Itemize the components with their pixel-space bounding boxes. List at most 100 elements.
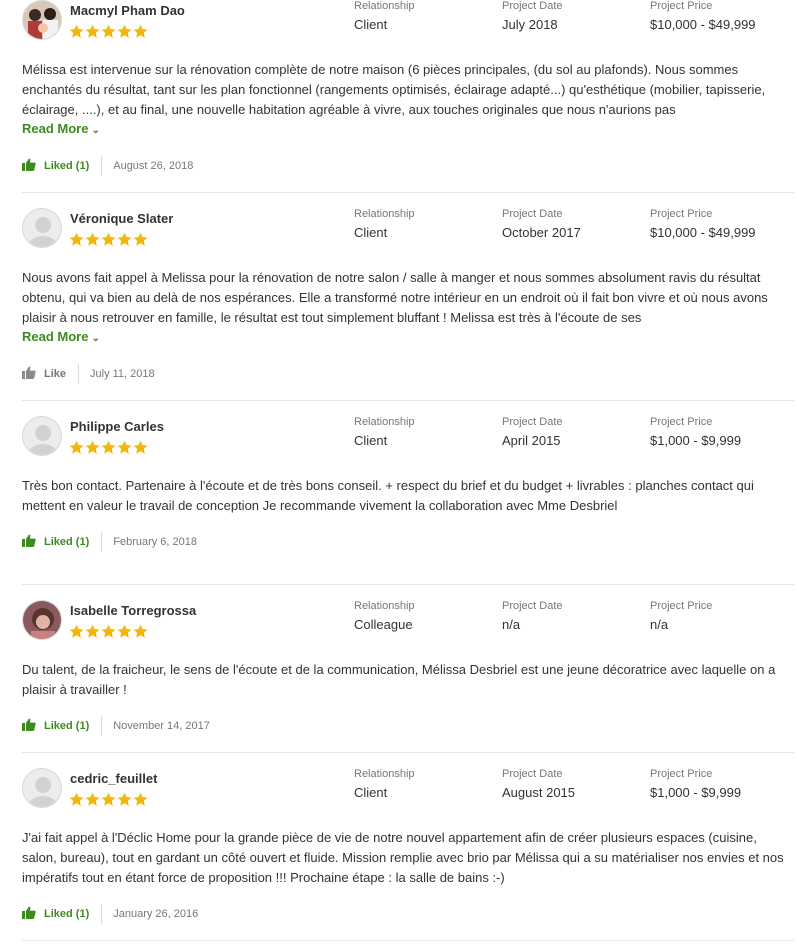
star-icon (101, 624, 116, 638)
read-more-link[interactable]: Read More ⌄ (22, 121, 100, 136)
family-photo-icon (23, 1, 61, 39)
star-icon (133, 232, 148, 246)
like-button[interactable]: Liked (1) (22, 906, 89, 922)
thumbs-up-icon (22, 158, 44, 174)
review-card: cedric_feuillet Relationship Client Proje… (22, 768, 794, 941)
star-icon (85, 232, 100, 246)
star-icon (69, 624, 84, 638)
project-date-value: August 2015 (502, 785, 576, 800)
relationship-value: Colleague (354, 617, 413, 632)
read-more-label: Read More (22, 121, 89, 136)
reviewer-name[interactable]: Macmyl Pham Dao (70, 3, 185, 18)
review-text: Nous avons fait appel à Melissa pour la … (22, 270, 768, 325)
like-button[interactable]: Liked (1) (22, 158, 89, 174)
star-icon (133, 24, 148, 38)
project-date-label: Project Date (502, 416, 563, 428)
review-card: Véronique Slater Relationship Client Proj… (22, 208, 794, 401)
like-button[interactable]: Liked (1) (22, 718, 89, 734)
reviewer-name[interactable]: Isabelle Torregrossa (70, 603, 196, 618)
like-label: Liked (1) (44, 536, 90, 548)
star-icon (101, 792, 116, 806)
star-icon (69, 440, 84, 454)
divider (101, 532, 103, 552)
project-date-value: April 2015 (502, 433, 561, 448)
like-button[interactable]: Liked (1) (22, 534, 89, 550)
reviewer-name[interactable]: Véronique Slater (70, 211, 173, 226)
project-price-label: Project Price (650, 768, 713, 780)
star-icon (117, 440, 132, 454)
star-icon (101, 440, 116, 454)
thumbs-up-icon (22, 534, 44, 550)
project-date-value: n/a (502, 617, 521, 632)
divider (78, 364, 80, 384)
divider (101, 716, 103, 736)
star-icon (101, 24, 116, 38)
read-more-link[interactable]: Read More ⌄ (22, 329, 100, 344)
avatar[interactable] (22, 416, 62, 456)
star-rating (69, 792, 148, 807)
thumbs-up-icon (22, 718, 44, 734)
like-label: Liked (1) (44, 720, 90, 732)
relationship-value: Client (354, 225, 388, 240)
star-icon (69, 232, 84, 246)
star-icon (117, 232, 132, 246)
review-card: Isabelle Torregrossa Relationship Colleag… (22, 600, 794, 753)
star-icon (101, 232, 116, 246)
star-icon (133, 792, 148, 806)
project-price-label: Project Price (650, 208, 713, 220)
star-icon (85, 24, 100, 38)
chevron-down-icon: ⌄ (91, 125, 100, 136)
relationship-value: Client (354, 785, 388, 800)
relationship-label: Relationship (354, 0, 415, 12)
project-price-value: n/a (650, 617, 669, 632)
star-icon (85, 440, 100, 454)
review-text: Du talent, de la fraicheur, le sens de l… (22, 662, 776, 697)
star-icon (117, 792, 132, 806)
relationship-label: Relationship (354, 600, 415, 612)
star-rating (69, 24, 148, 39)
project-date-value: October 2017 (502, 225, 581, 240)
project-date-label: Project Date (502, 0, 563, 12)
review-card: Philippe Carles Relationship Client Proje… (22, 416, 794, 585)
reviewer-name[interactable]: cedric_feuillet (70, 771, 157, 786)
default-user-icon (23, 769, 61, 807)
star-rating (69, 624, 148, 639)
avatar[interactable] (22, 208, 62, 248)
default-user-icon (23, 209, 61, 247)
like-label: Liked (1) (44, 160, 90, 172)
star-icon (117, 624, 132, 638)
review-date: November 14, 2017 (113, 720, 210, 732)
relationship-value: Client (354, 17, 388, 32)
avatar[interactable] (22, 0, 62, 40)
thumbs-up-icon (22, 366, 44, 382)
review-text: J'ai fait appel à l'Déclic Home pour la … (22, 830, 784, 885)
project-price-value: $1,000 - $9,999 (650, 433, 742, 448)
like-button[interactable]: Like (22, 366, 66, 382)
project-price-value: $10,000 - $49,999 (650, 225, 756, 240)
review-date: February 6, 2018 (113, 536, 198, 548)
avatar[interactable] (22, 768, 62, 808)
project-date-label: Project Date (502, 768, 563, 780)
review-date: July 11, 2018 (90, 368, 155, 380)
like-label: Like (44, 368, 67, 380)
review-text: Très bon contact. Partenaire à l'écoute … (22, 478, 754, 513)
project-date-value: July 2018 (502, 17, 558, 32)
star-rating (69, 232, 148, 247)
review-text: Mélissa est intervenue sur la rénovation… (22, 62, 766, 117)
divider (101, 904, 103, 924)
review-card: Macmyl Pham Dao Relationship Client Proje… (22, 0, 794, 193)
project-date-label: Project Date (502, 600, 563, 612)
project-price-label: Project Price (650, 416, 713, 428)
review-date: August 26, 2018 (113, 160, 194, 172)
relationship-value: Client (354, 433, 388, 448)
project-price-value: $1,000 - $9,999 (650, 785, 742, 800)
like-label: Liked (1) (44, 908, 90, 920)
project-price-label: Project Price (650, 0, 713, 12)
divider (101, 156, 103, 176)
review-date: January 26, 2016 (113, 908, 199, 920)
star-icon (69, 792, 84, 806)
star-icon (85, 792, 100, 806)
avatar[interactable] (22, 600, 62, 640)
star-icon (133, 440, 148, 454)
reviewer-name[interactable]: Philippe Carles (70, 419, 164, 434)
